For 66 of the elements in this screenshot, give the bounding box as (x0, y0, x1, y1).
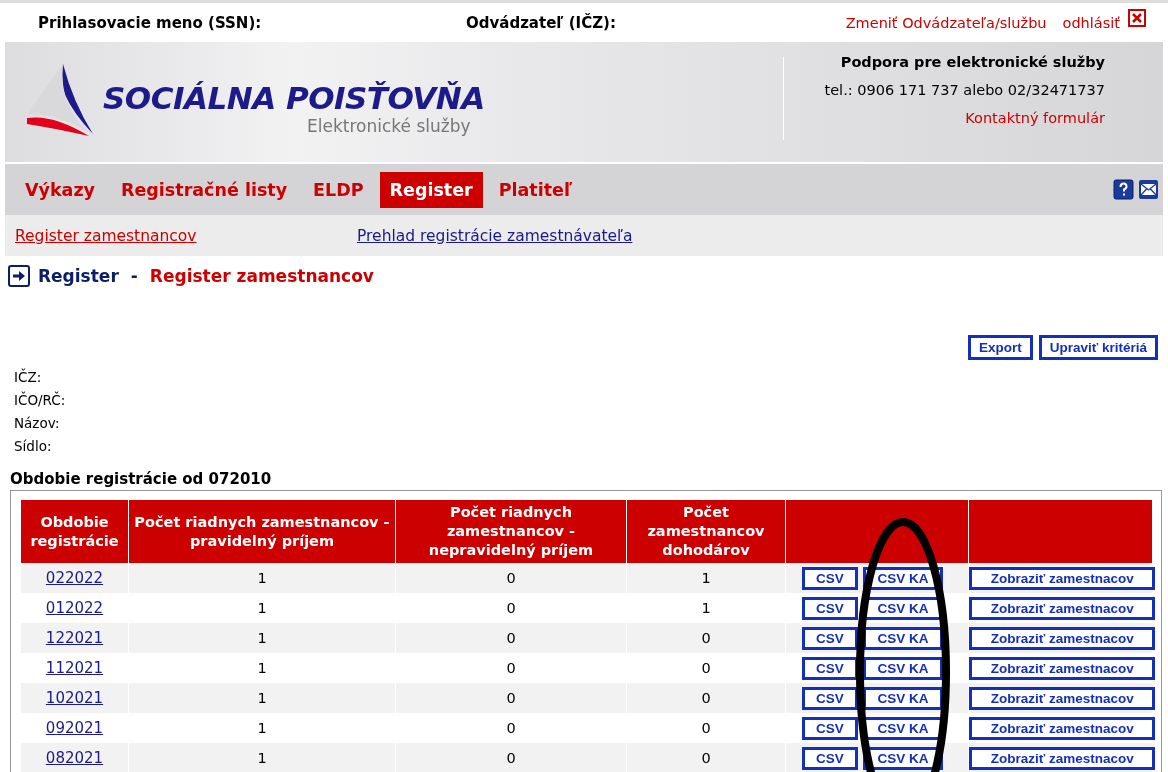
show-employees-button[interactable]: Zobraziť zamestnacov (969, 656, 1156, 680)
page-title: Register zamestnancov (149, 266, 374, 286)
table-cell: 0 (395, 683, 627, 713)
table-cell: 1 (128, 683, 396, 713)
change-payer-link[interactable]: Zmeniť Odvádzateľa/službu (845, 14, 1047, 31)
info-label: IČZ: (14, 367, 43, 387)
table-cell: 1 (128, 743, 396, 772)
table-title: Obdobie registrácie od 072010 (10, 470, 273, 488)
csv-download-button[interactable]: CSV (802, 716, 858, 740)
support-phone: tel.: 0906 171 737 alebo 02/32471737 (824, 82, 1105, 98)
nav-tab[interactable]: Výkazy (15, 171, 105, 208)
show-employees-button[interactable]: Zobraziť zamestnacov (969, 746, 1156, 770)
column-header: Počet riadnych zamestnancov - nepravidelný príjem (395, 500, 627, 563)
csv-download-button[interactable]: CSV (802, 596, 858, 620)
info-label: Sídlo: (14, 437, 53, 456)
period-link[interactable]: 092021 (45, 719, 104, 737)
csv-download-button[interactable]: CSV (802, 686, 858, 710)
subtab-link[interactable]: Register zamestnancov (15, 226, 357, 245)
nav-tab[interactable]: Register (379, 171, 483, 208)
logo-title: SOCIÁLNA POISŤOVŇA (103, 80, 485, 116)
csv-download-button[interactable]: CSV (802, 746, 858, 770)
show-employees-button[interactable]: Zobraziť zamestnacov (969, 686, 1156, 710)
nav-tab[interactable]: ELDP (303, 171, 374, 208)
breadcrumb-parent[interactable]: Register (38, 266, 119, 286)
table-cell: 1 (128, 623, 396, 653)
table-cell: 0 (395, 623, 627, 653)
table-cell: 1 (626, 563, 786, 593)
table-cell: 0 (626, 743, 786, 772)
nav-tab[interactable]: Platiteľ (488, 171, 583, 208)
period-link[interactable]: 112021 (45, 659, 104, 677)
column-header: Počet zamestnancov dohodárov (626, 500, 786, 563)
logout-link[interactable]: odhlásiť (1062, 14, 1120, 31)
login-label: Prihlasovacie meno (SSN): (38, 13, 263, 32)
csv-ka-download-button[interactable]: CSV KA (863, 626, 943, 650)
mail-icon[interactable] (1138, 179, 1159, 200)
action-button[interactable]: Upraviť kritériá (1038, 335, 1158, 360)
csv-ka-download-button[interactable]: CSV KA (863, 686, 943, 710)
table-cell: 0 (395, 743, 627, 772)
close-icon[interactable] (1128, 9, 1146, 27)
table-cell: 0 (395, 563, 627, 593)
column-header: Obdobie registrácie (20, 500, 129, 563)
contact-form-link[interactable]: Kontaktný formulár (965, 110, 1105, 126)
table-cell: 1 (128, 563, 396, 593)
info-label: Názov: (14, 414, 61, 433)
csv-download-button[interactable]: CSV (802, 656, 858, 680)
show-employees-button[interactable]: Zobraziť zamestnacov (969, 596, 1156, 620)
table-cell: 0 (626, 623, 786, 653)
support-title: Podpora pre elektronické služby (840, 54, 1105, 70)
show-employees-button[interactable]: Zobraziť zamestnacov (969, 716, 1156, 740)
table-cell: 0 (626, 683, 786, 713)
logo-subtitle: Elektronické služby (307, 116, 471, 136)
subtab-link[interactable]: Prehlad registrácie zamestnávateľa (357, 226, 699, 245)
column-header: Počet riadnych zamestnancov - pravidelný príjem (128, 500, 396, 563)
period-link[interactable]: 012022 (45, 599, 104, 617)
action-button[interactable]: Export (967, 335, 1033, 360)
breadcrumb-separator: - (130, 266, 138, 286)
info-label: IČO/RČ: (14, 390, 67, 410)
csv-ka-download-button[interactable]: CSV KA (863, 716, 943, 740)
show-employees-button[interactable]: Zobraziť zamestnacov (969, 566, 1156, 590)
csv-ka-download-button[interactable]: CSV KA (863, 656, 943, 680)
csv-download-button[interactable]: CSV (802, 566, 858, 590)
payer-label: Odvádzateľ (IČZ): (466, 13, 616, 32)
nav-tab[interactable]: Registračné listy (111, 171, 298, 208)
show-employees-button[interactable]: Zobraziť zamestnacov (969, 626, 1156, 650)
csv-download-button[interactable]: CSV (802, 626, 858, 650)
help-icon[interactable] (1113, 179, 1134, 200)
